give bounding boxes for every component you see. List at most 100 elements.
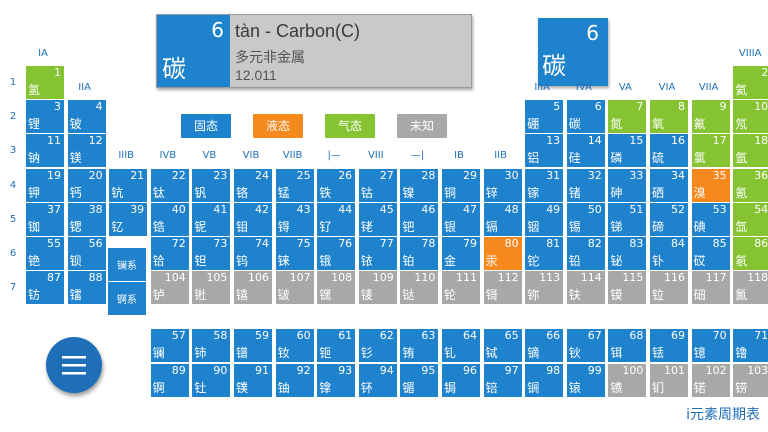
element-cell[interactable]: 7氮 [608, 100, 647, 134]
element-cell[interactable]: 93 镎 [317, 363, 356, 397]
element-cell[interactable]: 27 钴 [358, 168, 397, 202]
element-cell[interactable]: 88 镭 [67, 271, 106, 305]
element-cell[interactable]: 24 铬 [234, 168, 272, 202]
element-cell[interactable]: 4铍 [67, 100, 106, 134]
element-cell[interactable]: 38 锶 [67, 202, 106, 236]
element-cell[interactable]: 29 铜 [442, 168, 480, 202]
element-cell[interactable]: 61 钷 [317, 329, 356, 362]
element-cell[interactable]: 99 锿 [566, 363, 605, 397]
element-cell[interactable]: 97 锫 [483, 363, 522, 397]
element-cell[interactable]: 10 氖 [733, 100, 768, 134]
legend-item[interactable]: 气态 [325, 114, 375, 138]
element-cell[interactable]: 16 硫 [650, 134, 688, 168]
element-cell[interactable]: 51 锑 [608, 202, 647, 236]
element-cell[interactable]: 65 铽 [483, 329, 522, 362]
element-cell[interactable]: 3锂 [26, 100, 64, 134]
element-cell[interactable]: 44 钌 [317, 202, 356, 236]
legend-item[interactable]: 未知 [397, 114, 447, 138]
element-cell[interactable]: 60 钕 [275, 329, 314, 362]
element-cell[interactable]: 52 碲 [650, 202, 688, 236]
element-cell[interactable]: 83 铋 [608, 237, 647, 270]
element-cell[interactable]: 71 镥 [733, 329, 768, 362]
element-cell[interactable]: 49 铟 [525, 202, 564, 236]
element-cell[interactable]: 66 镝 [525, 329, 564, 362]
element-cell[interactable]: 21 钪 [109, 168, 148, 202]
element-cell[interactable]: 36 氪 [733, 168, 768, 202]
element-cell[interactable]: 12 镁 [67, 134, 106, 168]
element-cell[interactable]: 111 𬬭 [442, 271, 480, 305]
menu-button[interactable] [46, 337, 102, 393]
element-cell[interactable]: 100 镄 [608, 363, 647, 397]
element-cell[interactable]: 40 锆 [150, 202, 189, 236]
element-cell[interactable]: 102 锘 [691, 363, 730, 397]
element-cell[interactable]: 25 锰 [275, 168, 314, 202]
element-cell[interactable]: 69 铥 [650, 329, 688, 362]
element-cell[interactable]: 54 氙 [733, 202, 768, 236]
element-cell[interactable]: 45 铑 [358, 202, 397, 236]
element-cell[interactable]: 50 锡 [566, 202, 605, 236]
element-cell[interactable]: 75 铼 [275, 237, 314, 270]
selected-element-preview[interactable]: 6 碳 [538, 18, 608, 86]
element-cell[interactable]: 82 铅 [566, 237, 605, 270]
element-cell[interactable]: 6碳 [566, 100, 605, 134]
element-cell[interactable]: 84 钋 [650, 237, 688, 270]
element-cell[interactable]: 39 钇 [109, 202, 148, 236]
element-cell[interactable]: 64 钆 [442, 329, 480, 362]
element-cell[interactable]: 110 𫟼 [400, 271, 439, 305]
element-cell[interactable]: 26 铁 [317, 168, 356, 202]
element-cell[interactable]: 107 𬭛 [275, 271, 314, 305]
actinide-series-button[interactable]: 锕系 [108, 282, 146, 315]
element-cell[interactable]: 91 镤 [234, 363, 272, 397]
element-cell[interactable]: 62 钐 [358, 329, 397, 362]
element-cell[interactable]: 30 锌 [483, 168, 522, 202]
element-cell[interactable]: 101 钔 [650, 363, 688, 397]
element-cell[interactable]: 67 钬 [566, 329, 605, 362]
element-cell[interactable]: 1氢 [26, 66, 64, 99]
element-cell[interactable]: 15 磷 [608, 134, 647, 168]
element-cell[interactable]: 104 𬬻 [150, 271, 189, 305]
element-cell[interactable]: 77 铱 [358, 237, 397, 270]
legend-item[interactable]: 固态 [181, 114, 231, 138]
legend-item[interactable]: 液态 [253, 114, 303, 138]
element-cell[interactable]: 17 氯 [691, 134, 730, 168]
element-cell[interactable]: 109 鿏 [358, 271, 397, 305]
element-cell[interactable]: 56 钡 [67, 237, 106, 270]
element-cell[interactable]: 79 金 [442, 237, 480, 270]
element-cell[interactable]: 76 锇 [317, 237, 356, 270]
lanthanide-series-button[interactable]: 镧系 [108, 248, 146, 281]
element-cell[interactable]: 34 硒 [650, 168, 688, 202]
element-cell[interactable]: 35 溴 [691, 168, 730, 202]
element-cell[interactable]: 85 砹 [691, 237, 730, 270]
element-cell[interactable]: 89 锕 [150, 363, 189, 397]
element-cell[interactable]: 98 锎 [525, 363, 564, 397]
element-cell[interactable]: 70 镱 [691, 329, 730, 362]
element-cell[interactable]: 116 𫟷 [650, 271, 688, 305]
element-cell[interactable]: 81 铊 [525, 237, 564, 270]
element-cell[interactable]: 96 锔 [442, 363, 480, 397]
element-cell[interactable]: 117 鿬 [691, 271, 730, 305]
element-cell[interactable]: 42 钼 [234, 202, 272, 236]
element-cell[interactable]: 20 钙 [67, 168, 106, 202]
element-cell[interactable]: 28 镍 [400, 168, 439, 202]
element-cell[interactable]: 73 钽 [192, 237, 231, 270]
element-cell[interactable]: 55 铯 [26, 237, 64, 270]
element-cell[interactable]: 53 碘 [691, 202, 730, 236]
element-cell[interactable]: 114 𫓧 [566, 271, 605, 305]
element-cell[interactable]: 92 铀 [275, 363, 314, 397]
element-cell[interactable]: 80 汞 [483, 237, 522, 270]
element-cell[interactable]: 22 钛 [150, 168, 189, 202]
element-cell[interactable]: 18 氩 [733, 134, 768, 168]
element-cell[interactable]: 23 钒 [192, 168, 231, 202]
element-cell[interactable]: 113 鿭 [525, 271, 564, 305]
element-cell[interactable]: 115 镆 [608, 271, 647, 305]
element-cell[interactable]: 106 𬭳 [234, 271, 272, 305]
element-cell[interactable]: 41 铌 [192, 202, 231, 236]
element-cell[interactable]: 33 砷 [608, 168, 647, 202]
element-cell[interactable]: 68 铒 [608, 329, 647, 362]
element-cell[interactable]: 59 镨 [234, 329, 272, 362]
element-cell[interactable]: 46 钯 [400, 202, 439, 236]
element-cell[interactable]: 58 铈 [192, 329, 231, 362]
element-cell[interactable]: 2氦 [733, 66, 768, 99]
element-cell[interactable]: 118 鿫 [733, 271, 768, 305]
element-cell[interactable]: 105 𬭊 [192, 271, 231, 305]
